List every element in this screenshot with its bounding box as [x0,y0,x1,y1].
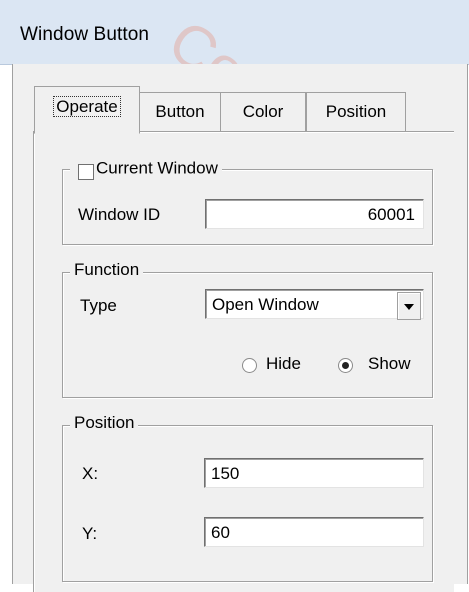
show-radio[interactable] [338,358,353,373]
tab-color[interactable]: Color [220,92,306,131]
tab-operate-label: Operate [53,96,121,117]
current-window-label: Current Window [96,158,218,178]
position-legend: Position [70,413,139,433]
radio-selected-dot [342,362,349,369]
chevron-down-icon [404,304,414,310]
type-label: Type [80,296,117,315]
current-window-checkbox[interactable] [78,163,94,180]
tab-color-label: Color [242,102,284,121]
window-id-label: Window ID [78,205,161,224]
x-field[interactable]: 150 [204,458,424,488]
tab-button[interactable]: Button [139,92,221,131]
y-label: Y: [82,524,98,543]
hide-radio[interactable] [242,358,257,373]
type-select[interactable]: Open Window [205,289,424,320]
window-id-field[interactable]: 60001 [205,199,424,229]
x-label: X: [82,464,99,483]
current-window-legend[interactable]: Current Window [70,158,222,180]
show-radio-label[interactable]: Show [368,354,411,374]
function-legend: Function [70,260,144,280]
tab-position-label: Position [325,102,387,121]
position-group [62,425,433,582]
y-field[interactable]: 60 [204,517,424,547]
dropdown-arrow-button[interactable] [397,292,421,320]
hide-radio-label[interactable]: Hide [266,354,301,374]
tab-position[interactable]: Position [306,92,406,131]
tab-operate[interactable]: Operate [34,86,140,134]
tab-button-label: Button [155,102,205,121]
window-title: Window Button [20,24,150,45]
type-select-value: Open Window [212,295,319,314]
